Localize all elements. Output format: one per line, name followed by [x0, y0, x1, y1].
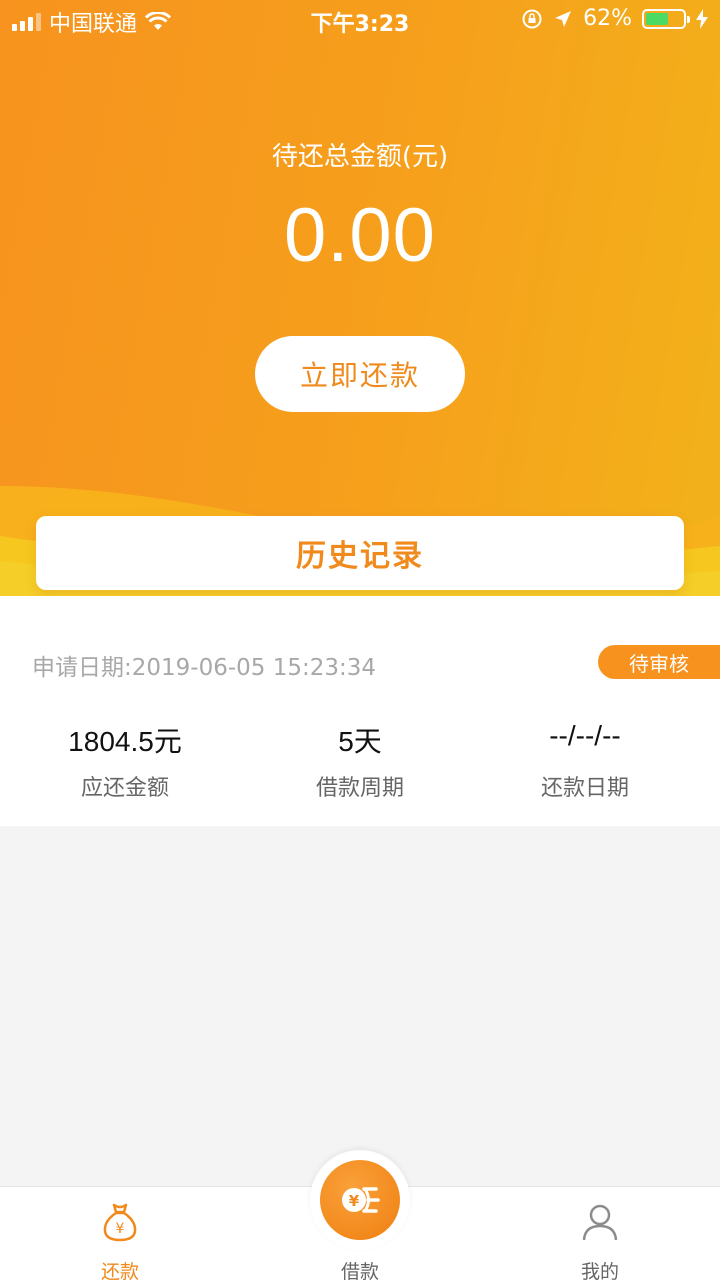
- total-amount-value: 0.00: [284, 193, 436, 278]
- user-icon: [582, 1204, 618, 1241]
- center-button-face: ¥: [320, 1160, 400, 1240]
- total-amount-label: 待还总金额(元): [271, 142, 449, 172]
- stat-loan-period: 5天 借款周期: [240, 720, 480, 802]
- charging-icon: [696, 8, 708, 29]
- tab-mine[interactable]: 我的: [480, 1187, 720, 1280]
- battery-level: [646, 12, 669, 25]
- stat-label: 借款周期: [315, 776, 404, 801]
- header-banner: 中国联通 下午3:23 62% 待还总金额(元) 0.00 立即还款: [0, 0, 720, 596]
- stat-value: --/--/--: [549, 720, 621, 751]
- tab-label: 还款: [100, 1261, 139, 1280]
- stat-repay-date: --/--/-- 还款日期: [465, 720, 705, 802]
- location-arrow-icon: [555, 10, 572, 27]
- tab-label: 我的: [580, 1261, 619, 1280]
- rotation-lock-icon: [522, 9, 542, 28]
- svg-text:¥: ¥: [349, 1192, 360, 1210]
- status-right: 62%: [521, 6, 708, 31]
- repay-now-button[interactable]: 立即还款: [255, 336, 465, 412]
- money-bag-icon: ¥: [103, 1203, 137, 1242]
- stat-value: 1804.5元: [68, 726, 182, 757]
- svg-text:¥: ¥: [116, 1221, 125, 1237]
- battery-icon: [642, 8, 690, 29]
- stat-value: 5天: [338, 726, 382, 757]
- loan-record-card[interactable]: 申请日期:2019-06-05 15:23:34 待审核 1804.5元 应还金…: [0, 596, 720, 826]
- tab-label: 借款: [340, 1261, 379, 1280]
- stat-label: 应还金额: [80, 776, 169, 801]
- battery-percent: 62%: [583, 6, 632, 31]
- tab-repay[interactable]: ¥ 还款: [0, 1187, 240, 1280]
- coin-loan-icon: ¥: [342, 1187, 380, 1213]
- status-bar: 中国联通 下午3:23 62%: [0, 0, 720, 40]
- stat-label: 还款日期: [540, 776, 629, 801]
- history-records-button[interactable]: 历史记录: [36, 516, 684, 590]
- status-badge: 待审核: [598, 645, 720, 679]
- apply-date: 申请日期:2019-06-05 15:23:34: [32, 655, 377, 681]
- stat-repay-amount: 1804.5元 应还金额: [5, 720, 245, 802]
- loan-center-button[interactable]: ¥: [310, 1150, 410, 1250]
